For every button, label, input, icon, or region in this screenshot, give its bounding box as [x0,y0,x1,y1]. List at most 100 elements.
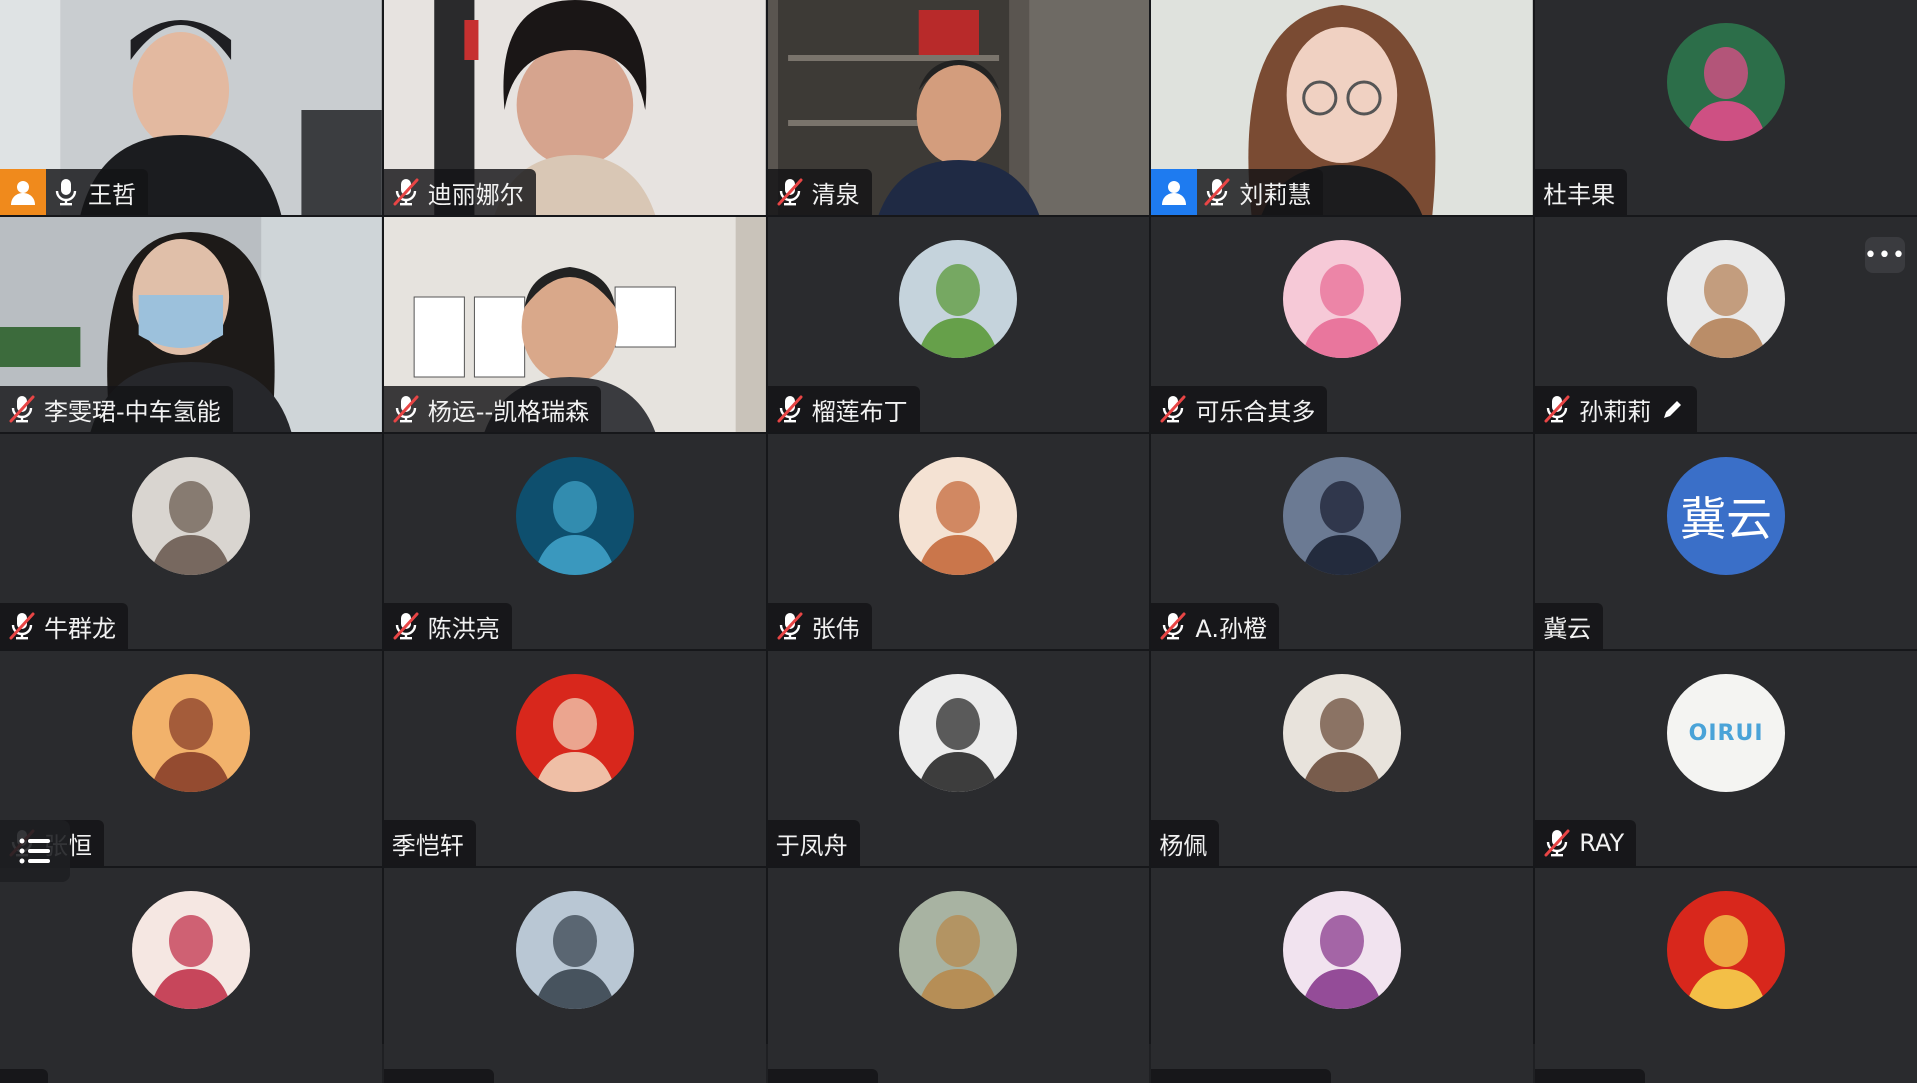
mic-muted-icon [1543,394,1571,424]
participant-name: 王哲 [88,180,136,209]
ocean-wave-avatar [515,457,634,575]
mic-muted-icon [1203,177,1231,207]
mic-icon [52,177,80,207]
participant-tile[interactable] [1535,868,1917,1083]
logo-avatar: OIRUI [1667,674,1786,792]
nameplate: 榴莲布丁 [767,386,920,432]
nameplate: 杜丰果 [1535,169,1628,215]
nameplate: 刘莉慧 [1151,169,1324,215]
participant-name: 李雯珺-中车氢能 [44,397,221,426]
participant-tile[interactable]: 季恺轩 [383,651,766,866]
nameplate [383,1069,494,1083]
participant-tile[interactable]: 于凤舟 [767,651,1150,866]
nameplate: 可乐合其多 [1151,386,1328,432]
mic-muted-icon [392,611,420,641]
participant-name: 季恺轩 [391,831,464,860]
nameplate: 杨佩 [1151,820,1220,866]
nameplate: 于凤舟 [767,820,860,866]
participant-name: 于凤舟 [775,831,848,860]
participant-name: A.孙橙 [1195,614,1268,643]
participant-tile[interactable]: 杨佩 [1151,651,1534,866]
participant-name: 刘莉慧 [1239,180,1312,209]
participant-tile[interactable]: 杜丰果 [1535,0,1917,215]
participant-tile[interactable]: 张伟 [767,434,1150,649]
participant-tile[interactable]: 榴莲布丁 [767,217,1150,432]
nameplate [1151,1069,1332,1083]
nameplate [1535,1069,1646,1083]
mic-muted-icon [1159,611,1187,641]
participant-name: 可乐合其多 [1195,397,1316,426]
suit-man-avatar [899,674,1018,792]
participant-tile[interactable]: 李雯珺-中车氢能 [0,217,382,432]
nameplate: 清泉 [767,169,872,215]
participant-name: 牛群龙 [44,614,116,643]
participant-tile[interactable] [0,868,382,1083]
participant-tile[interactable]: 冀云 冀云 [1535,434,1917,649]
participant-tile[interactable]: A.孙橙 [1151,434,1534,649]
nameplate: 冀云 [1535,603,1604,649]
cartoon-palace-avatar [131,674,250,792]
mic-muted-icon [1159,394,1187,424]
pink-plush-avatar [1283,240,1402,358]
nameplate: 季恺轩 [383,820,476,866]
mic-muted-icon [776,177,804,207]
participant-tile[interactable]: 杨运--凯格瑞森 [383,217,766,432]
more-options-button[interactable]: ••• [1864,237,1905,273]
nameplate: A.孙橙 [1151,603,1280,649]
participant-tile[interactable] [1151,868,1534,1083]
nameplate: 张伟 [767,603,872,649]
person-badge-icon [0,169,46,215]
mic-muted-icon [8,611,36,641]
nameplate: 孙莉莉 [1535,386,1698,432]
participant-tile[interactable]: OIRUI RAY [1535,651,1917,866]
flower-art-avatar [1667,23,1786,141]
nameplate: 李雯珺-中车氢能 [0,386,233,432]
selfie-girl-avatar [131,457,250,575]
participant-name: RAY [1579,829,1625,857]
cartoon-girl-avatar [131,891,250,1009]
participant-name: 张伟 [811,614,860,643]
participant-tile[interactable]: 刘莉慧 [1151,0,1534,215]
pencil-icon [1661,397,1685,421]
cartoon-purple-avatar [1283,891,1402,1009]
flag-sunglasses-avatar [1667,891,1786,1009]
dog-outdoor-avatar [899,891,1018,1009]
mic-muted-icon [392,177,420,207]
nameplate: 牛群龙 [0,603,128,649]
flag-couple-avatar [515,674,634,792]
nameplate: 杨运--凯格瑞森 [383,386,602,432]
person-badge-icon [1151,169,1198,215]
text-avatar: 冀云 [1667,457,1786,575]
participant-name: 清泉 [811,180,860,209]
avatar-logo-text: OIRUI [1688,720,1764,746]
participant-tile[interactable]: 迪丽娜尔 [383,0,766,215]
nameplate: 陈洪亮 [383,603,512,649]
fighter-jet-avatar [515,891,634,1009]
participant-name: 杨佩 [1159,831,1208,860]
participant-name: 杜丰果 [1543,180,1616,209]
participant-tile[interactable]: 王哲 [0,0,382,215]
participant-tile[interactable]: ••• 孙莉莉 [1535,217,1917,432]
meadow-avatar [899,240,1018,358]
participant-tile[interactable]: 牛群龙 [0,434,382,649]
participant-name: 迪丽娜尔 [427,180,524,209]
mic-muted-icon [776,394,804,424]
anime-girl-avatar [1283,457,1402,575]
mic-muted-icon [776,611,804,641]
mic-muted-icon [1543,828,1571,858]
nameplate: 王哲 [0,169,148,215]
portrait-woman-avatar [1667,240,1786,358]
participant-tile[interactable] [767,868,1150,1083]
cat-woman-avatar [899,457,1018,575]
participant-tile[interactable]: 清泉 [767,0,1150,215]
nameplate: 迪丽娜尔 [383,169,536,215]
participant-name: 冀云 [1543,614,1592,643]
participant-name: 孙莉莉 [1579,397,1652,426]
participant-tile[interactable]: 可乐合其多 [1151,217,1534,432]
child-avatar [1283,674,1402,792]
participant-tile[interactable] [383,868,766,1083]
participant-name: 陈洪亮 [427,614,500,643]
participant-list-toggle[interactable] [0,820,70,882]
participant-tile[interactable]: 陈洪亮 [383,434,766,649]
participant-name: 榴莲布丁 [811,397,908,426]
